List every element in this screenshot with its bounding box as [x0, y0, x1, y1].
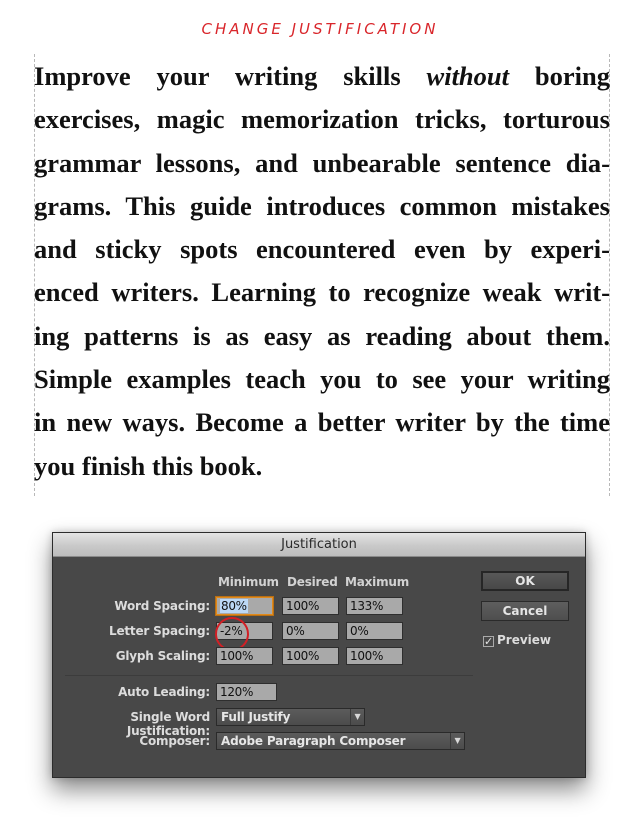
word-spacing-max-input[interactable]: 133%: [346, 597, 403, 615]
paragraph-line-10: you finish this book.: [34, 450, 263, 481]
highlight-circle: [215, 617, 249, 651]
body-paragraph: Improve your writing skills without bori…: [34, 55, 610, 488]
word-spacing-min-input[interactable]: 80%: [216, 597, 273, 615]
section-divider: [65, 675, 473, 676]
column-header-maximum: Maximum: [345, 575, 410, 589]
paragraph-line-2: exercises, magic memorization tricks, to…: [34, 104, 610, 135]
select-value: Full Justify: [221, 710, 291, 724]
glyph-scaling-desired-input[interactable]: 100%: [282, 647, 339, 665]
paragraph-line-5: and sticky spots encountered even by exp…: [34, 234, 610, 265]
auto-leading-label: Auto Leading:: [118, 685, 210, 699]
letter-spacing-desired-input[interactable]: 0%: [282, 622, 339, 640]
paragraph-line-3: grammar lessons, and unbearable sentence…: [34, 147, 610, 178]
line-text: Improve your writing skills: [34, 61, 427, 91]
italic-word: without: [426, 61, 510, 91]
dialog-title[interactable]: Justification: [53, 533, 585, 557]
letter-spacing-label: Letter Spacing:: [109, 624, 210, 638]
paragraph-line-9: in new ways. Become a better writer by t…: [34, 407, 610, 438]
composer-select[interactable]: Adobe Paragraph Composer ▼: [216, 732, 465, 750]
paragraph-line-7: ing patterns is as easy as reading about…: [34, 320, 610, 351]
column-header-minimum: Minimum: [218, 575, 279, 589]
word-spacing-desired-input[interactable]: 100%: [282, 597, 339, 615]
checkmark-icon[interactable]: ✓: [483, 636, 494, 647]
line-text: boring: [509, 61, 610, 91]
glyph-scaling-max-input[interactable]: 100%: [346, 647, 403, 665]
preview-checkbox[interactable]: ✓ Preview: [483, 633, 551, 647]
letter-spacing-max-input[interactable]: 0%: [346, 622, 403, 640]
ok-button[interactable]: OK: [481, 571, 569, 591]
chevron-down-icon[interactable]: ▼: [350, 709, 364, 725]
select-value: Adobe Paragraph Composer: [221, 734, 406, 748]
paragraph-line-4: grams. This guide introduces common mist…: [34, 190, 610, 221]
glyph-scaling-label: Glyph Scaling:: [115, 649, 211, 663]
annotation-caption: CHANGE JUSTIFICATION: [201, 20, 439, 38]
word-spacing-label: Word Spacing:: [114, 599, 210, 613]
composer-label: Composer:: [139, 734, 210, 748]
justification-dialog: Justification Minimum Desired Maximum Wo…: [52, 532, 586, 778]
paragraph-line-1: Improve your writing skills without bori…: [34, 55, 610, 98]
glyph-scaling-min-input[interactable]: 100%: [216, 647, 273, 665]
chevron-down-icon[interactable]: ▼: [450, 733, 464, 749]
auto-leading-input[interactable]: 120%: [216, 683, 277, 701]
column-header-desired: Desired: [287, 575, 338, 589]
paragraph-line-8: Simple examples teach you to see your wr…: [34, 364, 610, 395]
cancel-button[interactable]: Cancel: [481, 601, 569, 621]
single-word-justification-select[interactable]: Full Justify ▼: [216, 708, 365, 726]
paragraph-line-6: enced writers. Learning to recognize wea…: [34, 277, 610, 308]
preview-label: Preview: [497, 633, 552, 647]
selected-text: 80%: [220, 599, 248, 613]
